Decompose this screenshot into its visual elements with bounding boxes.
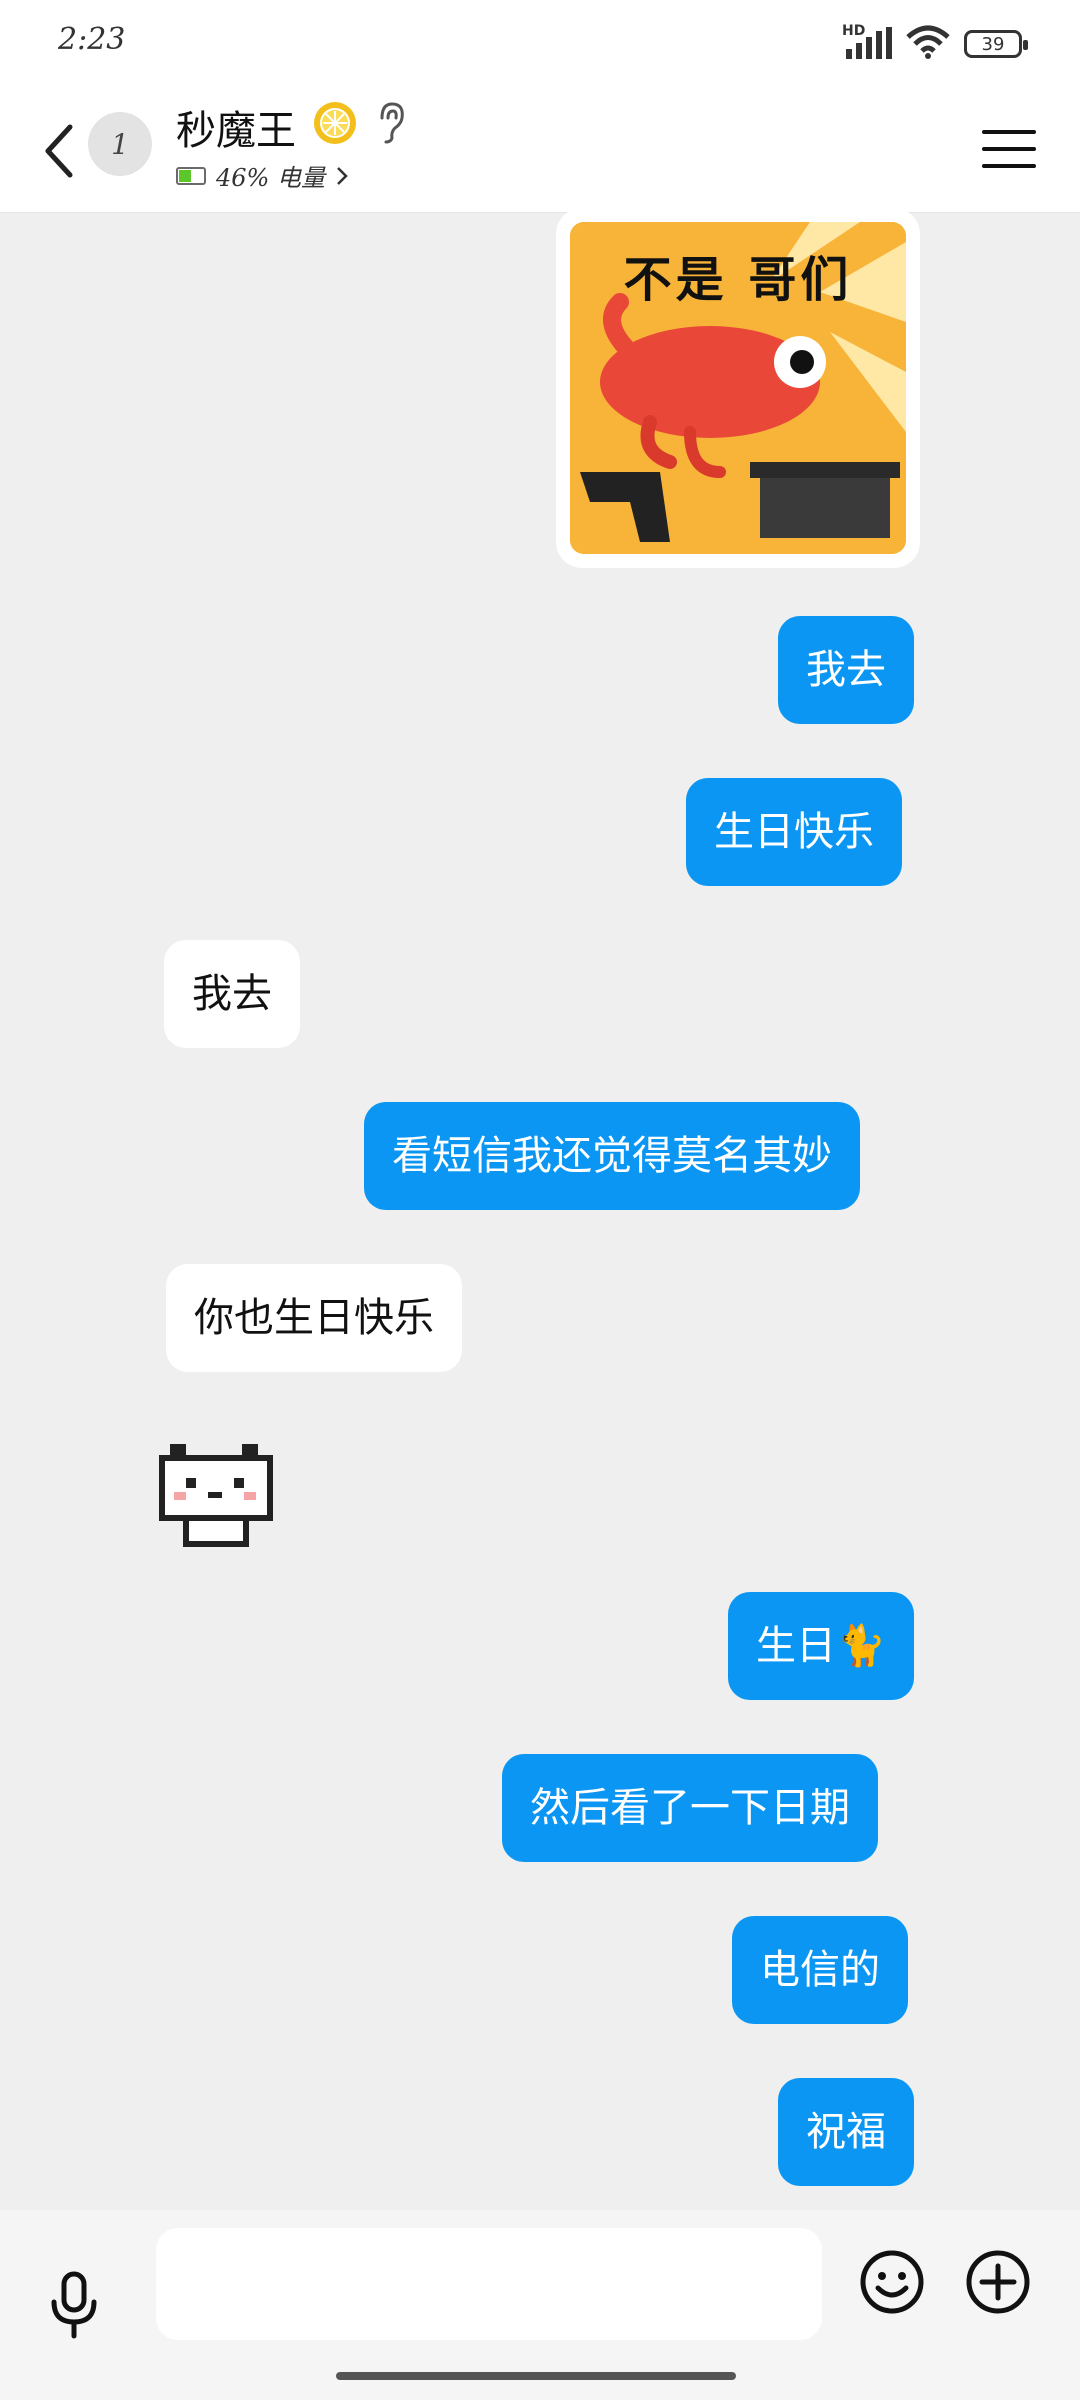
message-bubble-received[interactable]: 你也生日快乐 [166,1264,462,1372]
battery-icon: 39 [964,30,1028,58]
battery-status-icon [176,166,206,185]
avatar[interactable]: 1 [88,112,152,176]
wifi-icon [906,25,950,63]
input-bar [0,2210,1080,2400]
message-bubble-sent[interactable]: 祝福 [778,2078,914,2186]
ear-icon[interactable] [376,102,406,144]
status-bar: 2:23 HD 39 [0,0,1080,88]
message-bubble-sent[interactable]: 生日快乐 [686,778,902,886]
plus-circle-icon [966,2250,1030,2314]
online-status[interactable]: 46% 电量 [176,158,349,193]
menu-line [982,130,1036,134]
mic-button[interactable] [42,2270,106,2340]
plus-button[interactable] [964,2248,1032,2316]
chat-area[interactable]: 不是 哥们 我去 生日快乐 我去 看短信我还觉得莫名其妙 你也生日快乐 生日🐈 … [0,212,1080,2210]
vip-badge-icon[interactable] [314,102,356,144]
status-icons: HD 39 [842,23,1028,64]
message-bubble-sent[interactable]: 我去 [778,616,914,724]
chat-header: 1 秒魔王 46% 电量 [0,88,1080,213]
shrimp-sticker: 不是 哥们 [570,222,906,554]
chevron-left-icon [45,124,73,178]
message-input[interactable] [156,2228,822,2340]
message-bubble-sent[interactable]: 然后看了一下日期 [502,1754,878,1862]
menu-line [982,164,1036,168]
signal-icon: HD [842,23,892,61]
message-bubble-received[interactable]: 我去 [164,940,300,1048]
menu-button[interactable] [982,122,1036,176]
battery-level: 39 [981,33,1005,55]
back-button[interactable] [30,116,86,186]
cat-sticker[interactable] [150,1434,286,1552]
menu-line [982,147,1036,151]
contact-name[interactable]: 秒魔王 [176,98,296,156]
smiley-icon [860,2250,924,2314]
chevron-right-icon [337,166,348,185]
sticker-message[interactable]: 不是 哥们 [556,212,920,568]
microphone-icon [51,2271,97,2339]
home-indicator [336,2372,736,2380]
message-bubble-sent[interactable]: 生日🐈 [728,1592,914,1700]
message-bubble-sent[interactable]: 电信的 [732,1916,908,2024]
battery-status-text: 46% 电量 [216,164,325,192]
message-bubble-sent[interactable]: 看短信我还觉得莫名其妙 [364,1102,860,1210]
emoji-button[interactable] [858,2248,926,2316]
sticker-caption: 不是 哥们 [623,252,853,308]
status-time: 2:23 [58,22,126,57]
